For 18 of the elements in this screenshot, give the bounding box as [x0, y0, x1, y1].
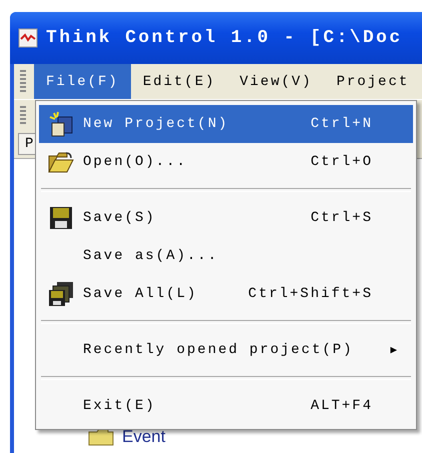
menu-entry[interactable]: Save All(L) Ctrl+Shift+S [39, 275, 413, 313]
menu-entry[interactable]: Open(O)... Ctrl+O [39, 143, 413, 181]
folder-icon [88, 428, 114, 446]
menu-item[interactable]: View(V) [228, 64, 324, 99]
menu-item[interactable]: Edit(E) [130, 64, 228, 99]
window-title: Think Control 1.0 - [C:\Doc [46, 28, 402, 48]
menu-item[interactable]: Project [324, 64, 422, 99]
app-icon [18, 28, 38, 48]
menu-item[interactable]: File(F) [34, 64, 131, 99]
tree-item[interactable]: Event [122, 427, 166, 447]
new-project-icon [48, 111, 74, 137]
menu-entry[interactable]: Save as(A)... [39, 237, 413, 275]
menu-entry[interactable]: New Project(N) Ctrl+N [39, 105, 413, 143]
floppy-disks-icon [48, 281, 74, 307]
menu-entry[interactable]: Exit(E) ALT+F4 [39, 387, 413, 425]
menu-entry[interactable]: Save(S) Ctrl+S [39, 199, 413, 237]
open-folder-icon [48, 151, 74, 173]
menu-entry[interactable]: Recently opened project(P) ▶ [39, 331, 413, 369]
